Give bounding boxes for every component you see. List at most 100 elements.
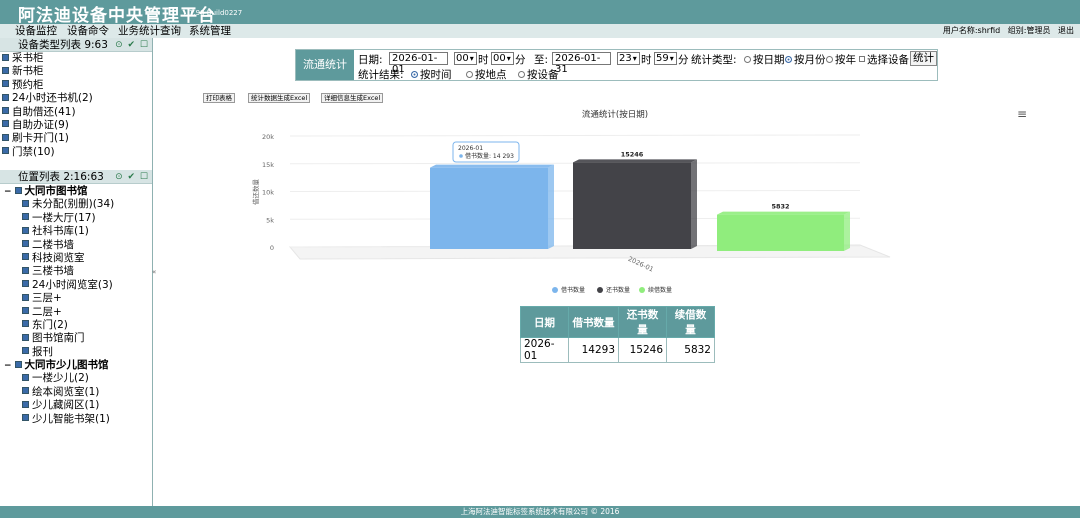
- location-item[interactable]: 东门(2): [0, 319, 152, 332]
- sidebar-collapse-icon[interactable]: «: [152, 268, 156, 276]
- checkbox-icon[interactable]: [2, 120, 9, 128]
- location-item[interactable]: 图书馆南门: [0, 332, 152, 345]
- checkbox-icon[interactable]: [14, 186, 22, 194]
- checkbox-icon[interactable]: [2, 53, 9, 61]
- uncheck-all-icon[interactable]: ☐: [140, 40, 148, 50]
- location-item[interactable]: 三楼书墙: [0, 265, 152, 278]
- checkbox-icon[interactable]: [22, 213, 29, 221]
- stat-type-by-month[interactable]: 按月份: [785, 52, 826, 67]
- hamburger-icon[interactable]: ≡: [1017, 107, 1027, 121]
- checkbox-icon[interactable]: [22, 307, 29, 315]
- footer: 上海阿法迪智能标签系统技术有限公司 © 2016: [0, 506, 1080, 518]
- location-item[interactable]: 24小时阅览室(3): [0, 279, 152, 292]
- location-item[interactable]: 少儿藏阅区(1): [0, 399, 152, 412]
- location-item[interactable]: 未分配(别删)(34): [0, 198, 152, 211]
- radio-icon[interactable]: [785, 55, 792, 63]
- device-type-item[interactable]: 采书柜: [0, 52, 152, 65]
- checkbox-icon[interactable]: [22, 266, 29, 274]
- checkbox-icon[interactable]: [22, 320, 29, 328]
- checkbox-icon[interactable]: [859, 56, 865, 62]
- device-type-item[interactable]: 预约柜: [0, 79, 152, 92]
- menu-device-command[interactable]: 设备命令: [67, 24, 109, 38]
- radio-icon[interactable]: [518, 70, 525, 78]
- export-detail-excel-button[interactable]: 详细信息生成Excel: [321, 93, 384, 103]
- location-item[interactable]: 社科书库(1): [0, 225, 152, 238]
- library-node[interactable]: − 大同市少儿图书馆: [0, 359, 152, 372]
- top-bar: 阿法迪设备中央管理平台 1.98 Build0227: [0, 0, 1080, 26]
- uncheck-all-icon[interactable]: ☐: [140, 172, 148, 182]
- check-all-icon[interactable]: ✔: [128, 40, 136, 50]
- stat-type-by-year[interactable]: 按年: [826, 52, 856, 67]
- end-minute-select[interactable]: 59: [654, 52, 677, 65]
- checkbox-icon[interactable]: [2, 66, 9, 74]
- checkbox-icon[interactable]: [22, 253, 29, 261]
- y-tick-label: 0: [270, 244, 274, 252]
- legend-marker: [639, 287, 645, 293]
- radio-icon[interactable]: [411, 70, 418, 78]
- location-item[interactable]: 一楼大厅(17): [0, 212, 152, 225]
- location-item[interactable]: 三层+: [0, 292, 152, 305]
- bar-1: [430, 167, 548, 249]
- checkbox-icon[interactable]: [22, 333, 29, 341]
- start-date-input[interactable]: 2026-01-01: [389, 52, 448, 75]
- collapse-icon[interactable]: −: [4, 360, 12, 373]
- checkbox-icon[interactable]: [22, 226, 29, 234]
- device-type-item[interactable]: 自助办证(9): [0, 119, 152, 132]
- location-item[interactable]: 二楼书墙: [0, 239, 152, 252]
- check-all-icon[interactable]: ✔: [128, 172, 136, 182]
- result-by-location[interactable]: 按地点: [466, 67, 507, 82]
- stat-type-by-date[interactable]: 按日期: [744, 52, 785, 67]
- menu-device-monitor[interactable]: 设备监控: [15, 24, 57, 38]
- location-item[interactable]: 二层+: [0, 306, 152, 319]
- start-minute-select[interactable]: 00: [491, 52, 514, 65]
- result-by-device[interactable]: 按设备: [518, 67, 559, 82]
- checkbox-icon[interactable]: [22, 199, 29, 207]
- collapse-icon[interactable]: −: [4, 186, 12, 199]
- device-type-item[interactable]: 门禁(10): [0, 146, 152, 159]
- location-item[interactable]: 报刊: [0, 346, 152, 359]
- device-type-item[interactable]: 新书柜: [0, 65, 152, 78]
- radio-icon[interactable]: [466, 70, 473, 78]
- location-item[interactable]: 科技阅览室: [0, 252, 152, 265]
- stat-button[interactable]: 统计: [910, 51, 937, 66]
- logout-link[interactable]: 退出: [1058, 26, 1074, 35]
- device-type-item[interactable]: 刷卡开门(1): [0, 132, 152, 145]
- table-row: 2026-01 14293 15246 5832: [520, 337, 715, 363]
- location-item[interactable]: 绘本阅览室(1): [0, 386, 152, 399]
- expand-all-icon[interactable]: ⊙: [115, 172, 123, 182]
- checkbox-icon[interactable]: [22, 400, 29, 408]
- radio-icon[interactable]: [826, 55, 833, 63]
- device-type-item[interactable]: 自助借还(41): [0, 106, 152, 119]
- checkbox-icon[interactable]: [22, 240, 29, 248]
- checkbox-icon[interactable]: [2, 147, 9, 155]
- checkbox-icon[interactable]: [22, 293, 29, 301]
- checkbox-icon[interactable]: [14, 360, 22, 368]
- device-type-item[interactable]: 24小时还书机(2): [0, 92, 152, 105]
- checkbox-icon[interactable]: [2, 93, 9, 101]
- checkbox-icon[interactable]: [22, 414, 29, 422]
- checkbox-icon[interactable]: [22, 373, 29, 381]
- location-item[interactable]: 少儿智能书架(1): [0, 413, 152, 426]
- end-date-input[interactable]: 2026-01-31: [552, 52, 611, 75]
- select-device-checkbox[interactable]: 选择设备: [859, 52, 909, 67]
- checkbox-icon[interactable]: [22, 347, 29, 355]
- library-label: 大同市图书馆: [24, 185, 88, 197]
- end-hour-select[interactable]: 23: [617, 52, 640, 65]
- library-node[interactable]: − 大同市图书馆: [0, 185, 152, 198]
- checkbox-icon[interactable]: [2, 133, 9, 141]
- location-label: 少儿藏阅区(1): [32, 399, 100, 412]
- location-item[interactable]: 一楼少儿(2): [0, 372, 152, 385]
- checkbox-icon[interactable]: [2, 107, 9, 115]
- start-hour-select[interactable]: 00: [454, 52, 477, 65]
- expand-all-icon[interactable]: ⊙: [115, 40, 123, 50]
- menu-business-stats[interactable]: 业务统计查询: [118, 24, 181, 38]
- print-table-button[interactable]: 打印表格: [203, 93, 235, 103]
- menu-system-admin[interactable]: 系统管理: [189, 24, 231, 38]
- user-group: 组别:管理员: [1007, 26, 1051, 35]
- checkbox-icon[interactable]: [22, 280, 29, 288]
- export-stats-excel-button[interactable]: 统计数据生成Excel: [248, 93, 311, 103]
- radio-icon[interactable]: [744, 55, 751, 63]
- checkbox-icon[interactable]: [2, 80, 9, 88]
- checkbox-icon[interactable]: [22, 387, 29, 395]
- result-by-time[interactable]: 按时间: [411, 67, 452, 82]
